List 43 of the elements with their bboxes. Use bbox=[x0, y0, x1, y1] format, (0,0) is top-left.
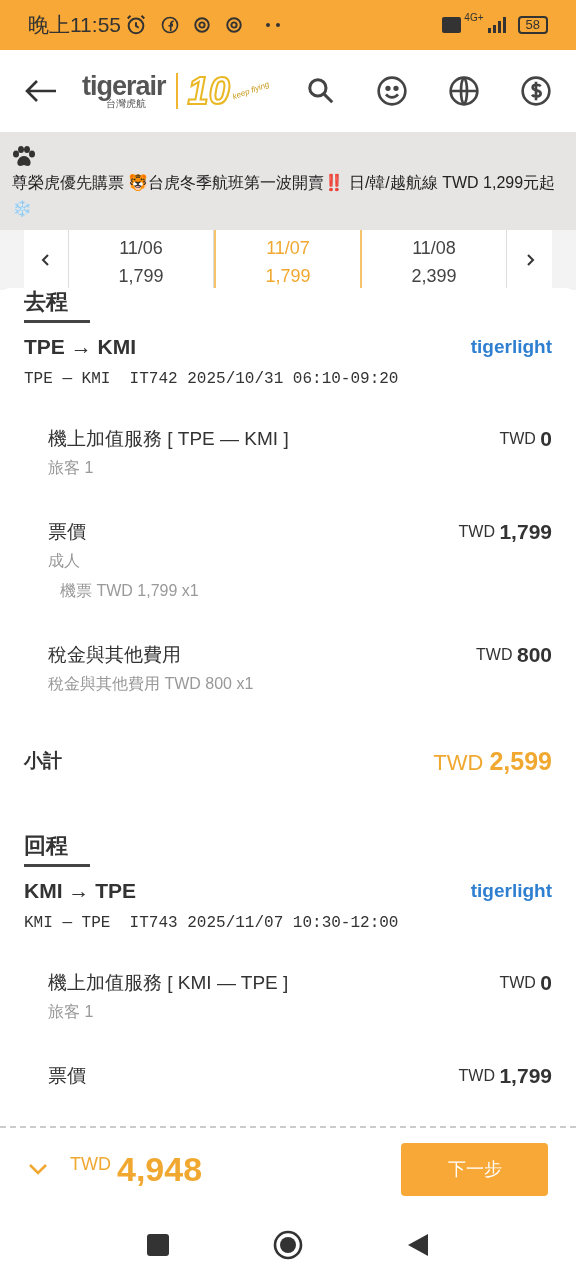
fee-label: 機上加值服務 [ KMI — TPE ] bbox=[48, 970, 289, 995]
battery-indicator: 58 bbox=[517, 16, 548, 34]
fee-detail: 旅客 1 bbox=[48, 457, 94, 478]
route-title: KMI → TPE bbox=[24, 878, 136, 905]
fare-type: tigerlight bbox=[470, 335, 552, 359]
more-notifications-icon bbox=[265, 22, 281, 28]
fee-label: 機上加值服務 [ TPE — KMI ] bbox=[48, 426, 289, 451]
back-icon[interactable] bbox=[407, 1233, 429, 1257]
fee-detail: 機票 TWD 1,799 x1 bbox=[60, 580, 199, 601]
fee-amount: TWD 0 bbox=[499, 425, 552, 452]
back-arrow-icon[interactable] bbox=[24, 79, 58, 103]
flight-details: TPE — KMI IT742 2025/10/31 06:10-09:20 bbox=[24, 368, 400, 390]
status-time: 晚上11:55 bbox=[28, 12, 121, 39]
subtotal-label: 小計 bbox=[24, 749, 62, 773]
signal-icon bbox=[485, 16, 508, 34]
network-type: 4G+ bbox=[464, 13, 484, 23]
subtotal-amount: TWD 2,599 bbox=[433, 745, 552, 777]
fee-amount: TWD 800 bbox=[476, 641, 552, 668]
fare-type: tigerlight bbox=[470, 879, 552, 903]
fee-detail: 旅客 1 bbox=[48, 1001, 94, 1022]
fee-detail: 成人 bbox=[48, 550, 80, 571]
section-heading: 回程 bbox=[24, 832, 69, 860]
section-heading: 去程 bbox=[24, 288, 69, 316]
fee-amount: TWD 1,799 bbox=[458, 1062, 552, 1089]
home-icon[interactable] bbox=[273, 1230, 303, 1260]
fee-label: 稅金與其他費用 bbox=[48, 642, 181, 667]
fee-amount: TWD 0 bbox=[499, 969, 552, 996]
alarm-icon bbox=[125, 14, 147, 36]
chevron-right-icon bbox=[524, 253, 535, 267]
route-title: TPE → KMI bbox=[24, 334, 136, 361]
dollar-icon[interactable] bbox=[520, 75, 552, 107]
fee-label: 票價 bbox=[48, 1063, 86, 1088]
chevron-left-icon bbox=[41, 253, 51, 267]
globe-icon[interactable] bbox=[448, 75, 480, 107]
search-icon[interactable] bbox=[306, 76, 336, 106]
flight-details: KMI — TPE IT743 2025/11/07 10:30-12:00 bbox=[24, 912, 400, 934]
paw-icon bbox=[12, 146, 36, 168]
facebook-icon bbox=[161, 16, 179, 34]
recents-icon[interactable] bbox=[147, 1234, 169, 1256]
fee-amount: TWD 1,799 bbox=[458, 518, 552, 545]
fee-label: 票價 bbox=[48, 519, 86, 544]
smiley-icon[interactable] bbox=[376, 75, 408, 107]
fee-detail: 稅金與其他費用 TWD 800 x1 bbox=[48, 673, 254, 694]
